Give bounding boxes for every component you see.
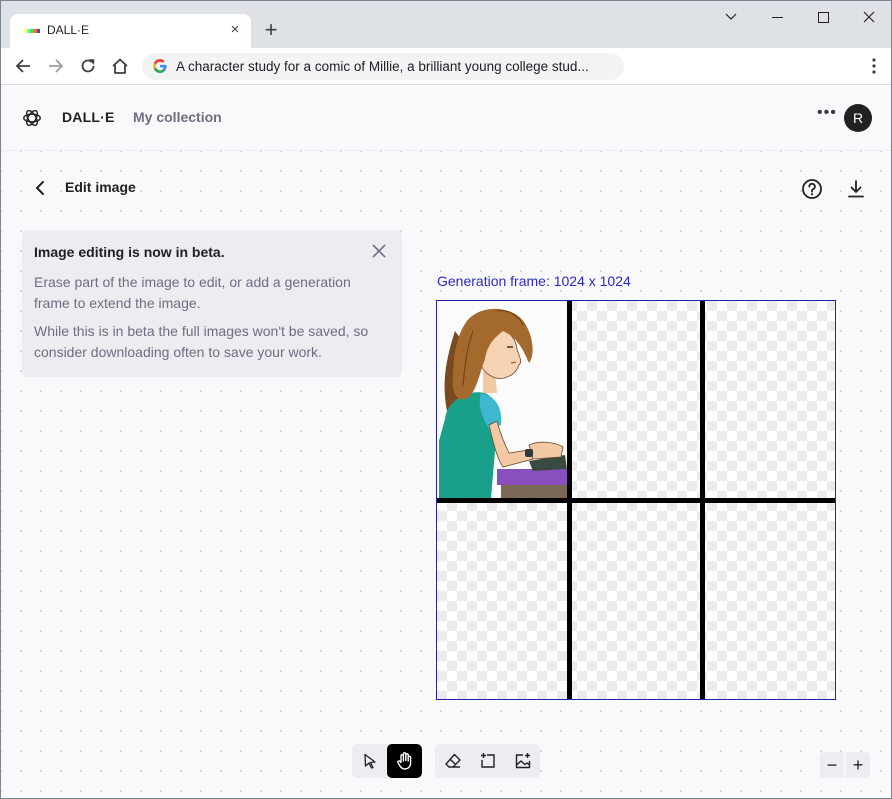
help-icon[interactable] [801,178,823,200]
maximize-icon[interactable] [808,9,838,25]
dalle-favicon-icon [24,29,41,33]
browser-menu-icon[interactable] [871,57,877,75]
zoom-out-button[interactable]: − [820,752,844,778]
new-tab-button[interactable]: + [260,19,282,42]
download-icon[interactable] [845,178,867,200]
my-collection-link[interactable]: My collection [133,109,222,125]
reload-icon[interactable] [78,56,98,76]
beta-notice: Image editing is now in beta. Erase part… [22,230,402,377]
app-header: DALL·E My collection ••• R [1,85,891,151]
avatar[interactable]: R [844,104,872,132]
tab-title: DALL·E [47,23,90,37]
generation-frame[interactable] [436,300,836,700]
frame-divider-horizontal [437,498,835,503]
brand-name[interactable]: DALL·E [62,109,115,125]
minimize-icon[interactable] [762,9,792,25]
generation-frame-label: Generation frame: 1024 x 1024 [437,273,631,289]
comic-character-image[interactable] [437,301,567,498]
openai-logo-icon[interactable] [21,107,43,129]
address-text: A character study for a comic of Millie,… [176,59,589,74]
eraser-icon [444,753,461,768]
home-icon[interactable] [110,56,130,76]
browser-toolbar: A character study for a comic of Millie,… [1,48,891,85]
back-chevron-icon[interactable] [31,179,49,197]
beta-notice-text-1: Erase part of the image to edit, or add … [34,274,351,311]
more-options-icon[interactable]: ••• [817,105,836,126]
eraser-tool-button[interactable] [435,744,470,778]
add-image-icon [515,753,530,769]
tab-close-icon[interactable]: × [227,22,243,38]
address-bar[interactable]: A character study for a comic of Millie,… [142,53,624,80]
beta-notice-text-2: While this is in beta the full images wo… [34,323,369,360]
beta-notice-title: Image editing is now in beta. [34,244,225,260]
back-arrow-icon[interactable] [13,56,33,76]
select-tool-button[interactable] [352,744,387,778]
add-generation-frame-button[interactable] [470,744,505,778]
google-icon [153,59,167,73]
zoom-in-button[interactable]: + [846,752,870,778]
add-frame-icon [480,753,495,768]
upload-image-button[interactable] [505,744,540,778]
editor-canvas[interactable]: Edit image Image editing is now in beta.… [1,151,891,798]
hand-tool-button[interactable] [387,744,422,778]
forward-arrow-icon[interactable] [46,56,66,76]
browser-window: DALL·E × + A character study for a comic… [0,0,892,799]
window-menu-chevron-icon[interactable] [716,9,746,25]
close-window-icon[interactable] [854,9,884,25]
page-title: Edit image [65,179,136,195]
cursor-arrow-icon [363,753,376,769]
browser-tab[interactable]: DALL·E × [10,14,251,48]
tool-group-editing [435,744,540,778]
tab-strip: DALL·E × + [1,1,891,48]
hand-icon [396,752,411,770]
tool-group-navigation [352,744,422,778]
close-icon[interactable] [371,243,387,259]
